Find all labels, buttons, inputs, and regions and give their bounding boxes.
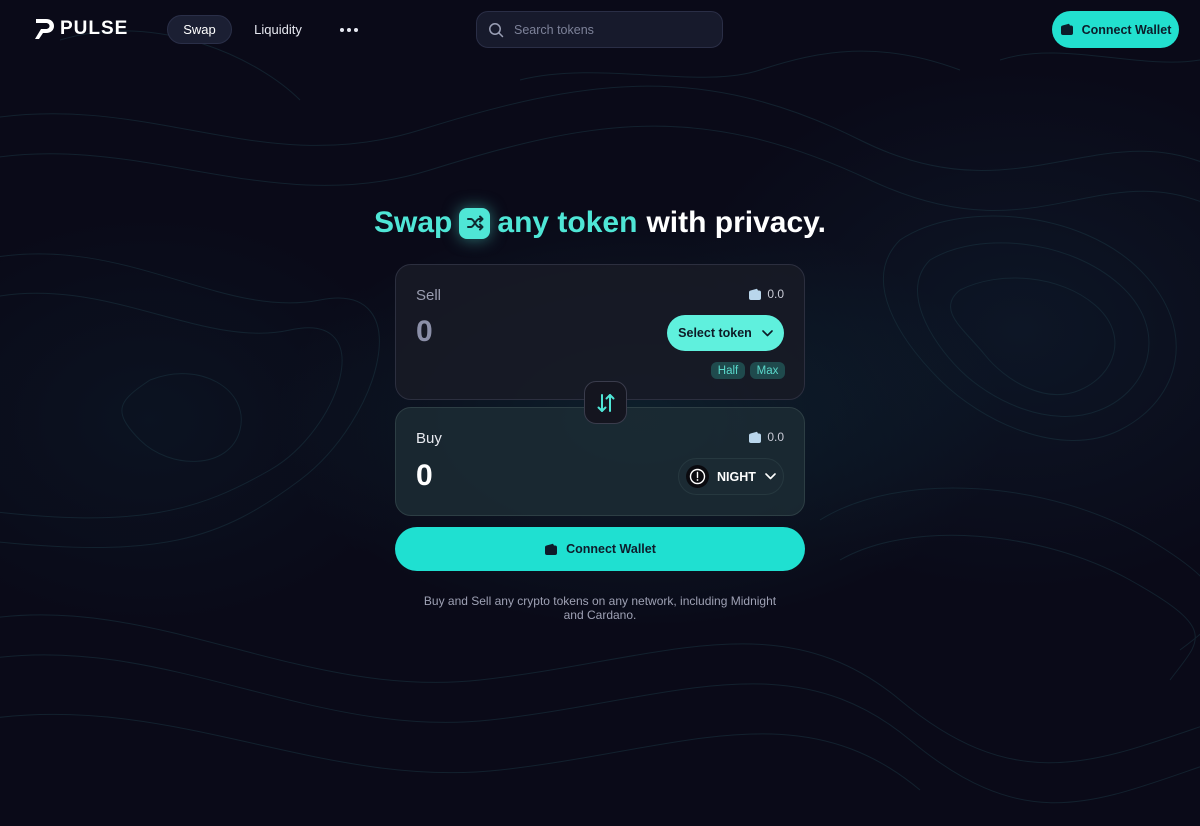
buy-label: Buy <box>416 430 442 447</box>
connect-wallet-button-main[interactable]: Connect Wallet <box>395 527 805 571</box>
wallet-icon <box>545 543 558 555</box>
sell-label: Sell <box>416 287 442 304</box>
top-navbar: PULSE Swap Liquidity Connect Wallet <box>0 0 1200 60</box>
brand-logo[interactable]: PULSE <box>34 16 128 42</box>
connect-wallet-button-header[interactable]: Connect Wallet <box>1052 11 1179 48</box>
footnote-text: Buy and Sell any crypto tokens on any ne… <box>423 594 777 622</box>
ellipsis-icon <box>340 27 344 32</box>
half-button[interactable]: Half <box>711 362 745 379</box>
search-input[interactable] <box>514 22 704 37</box>
chevron-down-icon <box>762 329 773 336</box>
buy-amount-input[interactable]: 0 <box>416 459 433 493</box>
brand-name: PULSE <box>60 18 129 39</box>
shuffle-icon <box>459 207 491 239</box>
tab-liquidity[interactable]: Liquidity <box>245 15 311 44</box>
search-icon <box>489 22 504 37</box>
wallet-icon <box>749 288 762 300</box>
sell-amount-input[interactable]: 0 <box>416 315 433 349</box>
chevron-down-icon <box>765 473 776 480</box>
hero-headline: Swap any token with privacy. <box>0 203 1200 243</box>
tab-swap[interactable]: Swap <box>167 15 232 44</box>
night-token-icon <box>686 465 709 488</box>
pulse-logo-icon <box>35 19 54 39</box>
sell-card: Sell 0.0 0 Select token Half Max <box>395 264 805 400</box>
wallet-icon <box>1060 23 1073 35</box>
buy-balance-value: 0.0 <box>767 430 784 444</box>
more-menu-button[interactable] <box>336 15 362 44</box>
wallet-icon <box>749 431 762 443</box>
select-token-button[interactable]: Select token <box>667 315 784 351</box>
sell-balance: 0.0 <box>748 287 784 301</box>
connect-wallet-label: Connect Wallet <box>1081 22 1172 37</box>
connect-wallet-main-label: Connect Wallet <box>566 542 656 556</box>
hero-text-swap: Swap <box>374 206 453 239</box>
select-token-label: Select token <box>678 326 752 340</box>
buy-token-symbol: NIGHT <box>717 469 756 484</box>
hero-text-any-token: any token <box>497 206 638 239</box>
buy-balance: 0.0 <box>748 430 784 444</box>
hero-text-privacy: with privacy. <box>646 206 826 239</box>
buy-token-selector[interactable]: NIGHT <box>678 458 784 495</box>
page: PULSE Swap Liquidity Connect Wallet Swap <box>0 0 1200 826</box>
sell-balance-value: 0.0 <box>767 287 784 301</box>
swap-direction-button[interactable] <box>584 381 627 424</box>
max-button[interactable]: Max <box>750 362 785 379</box>
search-bar[interactable] <box>476 11 723 48</box>
swap-arrows-icon <box>597 393 614 412</box>
